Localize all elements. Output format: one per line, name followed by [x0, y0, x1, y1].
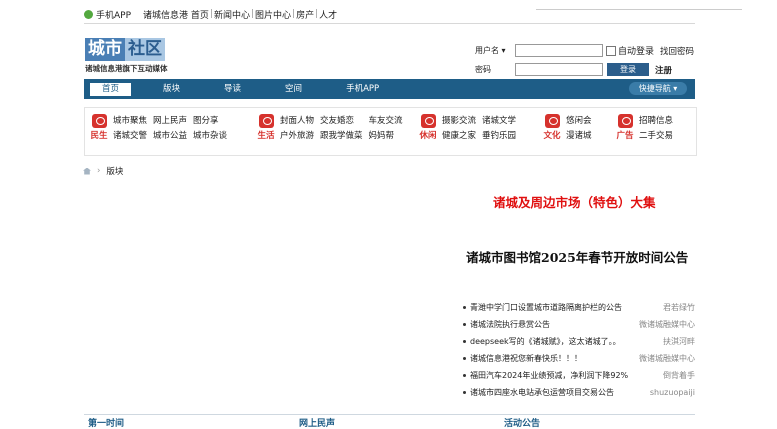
top-link-jobs[interactable]: 人才 [319, 8, 337, 21]
category-guanggao: 广告 招聘信息 二手交易 [613, 114, 673, 141]
nav-guide[interactable]: 导读 [212, 83, 253, 96]
category-link[interactable]: 诸城文学 [482, 114, 516, 127]
home-icon[interactable] [83, 167, 91, 175]
list-item: 青潍中学门口设置城市道路隔离护栏的公告 君若绿竹 [463, 299, 695, 316]
news-author[interactable]: 微诸城融媒中心 [639, 319, 695, 330]
login-button[interactable]: 登录 [607, 63, 649, 76]
category-link[interactable]: 户外旅游 [280, 129, 314, 142]
top-link-news[interactable]: 新闻中心 [214, 8, 250, 21]
password-label: 密码 [475, 65, 491, 74]
auto-login-checkbox[interactable] [606, 45, 616, 56]
list-item: 诸城法院执行悬赏公告 微诸城融媒中心 [463, 316, 695, 333]
top-search-box[interactable] [536, 5, 742, 10]
category-link[interactable]: 二手交易 [639, 129, 673, 142]
news-title[interactable]: 福田汽车2024年业绩预减，净利润下降92% [463, 370, 628, 381]
breadcrumb-current[interactable]: 版块 [106, 165, 123, 177]
category-link[interactable]: 网上民声 [153, 114, 187, 127]
list-item: 诸城信息港祝您新春快乐！！！ 微诸城融媒中心 [463, 350, 695, 367]
logo-part2: 社区 [125, 38, 165, 61]
chat-bubble-icon [91, 114, 107, 128]
category-name: 广告 [616, 131, 634, 141]
news-title[interactable]: 诸城市四座水电站承包运营项目交易公告 [463, 387, 614, 398]
category-panel: 民生 城市聚焦 网上民声 图分享 诸城交警 城市公益 城市杂谈 生活 封面人物 … [84, 107, 697, 156]
list-item: deepseek写的《诸城赋》，这太诸城了。。 扶淇河畔 [463, 333, 695, 350]
username-input[interactable] [515, 44, 603, 57]
category-link[interactable]: 跟我学做菜 [320, 129, 363, 142]
headline-market[interactable]: 诸城及周边市场（特色）大集 [493, 192, 656, 211]
category-link[interactable]: 诸城交警 [113, 129, 147, 142]
register-link[interactable]: 注册 [655, 64, 672, 76]
category-name: 生活 [257, 131, 275, 141]
news-title[interactable]: 诸城法院执行悬赏公告 [463, 319, 550, 330]
top-link-house[interactable]: 房产 [296, 8, 314, 21]
password-input[interactable] [515, 63, 603, 76]
mobile-app-icon [84, 9, 93, 19]
chat-bubble-icon [420, 114, 436, 128]
news-title[interactable]: 诸城信息港祝您新春快乐！！！ [463, 353, 582, 364]
logo-part1: 城市 [85, 38, 125, 61]
news-title[interactable]: 青潍中学门口设置城市道路隔离护栏的公告 [463, 302, 622, 313]
site-logo[interactable]: 城市 社区 诸城信息港旗下互动媒体 [85, 38, 173, 73]
news-author[interactable]: 扶淇河畔 [663, 336, 695, 347]
category-link[interactable]: 图分享 [193, 114, 227, 127]
headline-library[interactable]: 诸城市图书馆2025年春节开放时间公告 [466, 247, 688, 266]
category-link[interactable]: 交友婚恋 [320, 114, 363, 127]
category-minsheng: 民生 城市聚焦 网上民声 图分享 诸城交警 城市公益 城市杂谈 [87, 114, 227, 141]
category-link[interactable]: 城市公益 [153, 129, 187, 142]
username-label[interactable]: 用户名 ▾ [475, 45, 515, 56]
nav-home[interactable]: 首页 [90, 82, 132, 96]
chat-bubble-icon [617, 114, 633, 128]
category-wenhua: 文化 悠闲会 漫诸城 [540, 114, 592, 141]
category-link[interactable]: 健康之家 [442, 129, 476, 142]
category-link[interactable]: 招聘信息 [639, 114, 673, 127]
logo-slogan: 诸城信息港旗下互动媒体 [85, 64, 168, 73]
category-link[interactable]: 封面人物 [280, 114, 314, 127]
category-link[interactable]: 妈妈帮 [369, 129, 403, 142]
nav-forums[interactable]: 版块 [151, 83, 192, 96]
news-author[interactable]: 君若绿竹 [663, 302, 695, 313]
category-link[interactable]: 城市杂谈 [193, 129, 227, 142]
category-xiuxian: 休闲 摄影交流 诸城文学 健康之家 垂钓乐园 [416, 114, 516, 141]
top-link-app[interactable]: 手机APP [96, 8, 131, 21]
category-name: 民生 [90, 131, 108, 141]
breadcrumb: › 版块 [83, 165, 123, 177]
category-name: 休闲 [419, 131, 437, 141]
auto-login-label: 自动登录 [618, 47, 655, 57]
category-link[interactable]: 漫诸城 [566, 129, 592, 142]
list-item: 福田汽车2024年业绩预减，净利润下降92% 倒背着手 [463, 367, 695, 384]
chevron-right-icon: › [97, 166, 101, 176]
nav-mobile-app[interactable]: 手机APP [334, 83, 391, 96]
chat-bubble-icon [544, 114, 560, 128]
category-name: 文化 [543, 131, 561, 141]
news-author[interactable]: 倒背着手 [663, 370, 695, 381]
list-item: 诸城市四座水电站承包运营项目交易公告 shuzuopaiji [463, 384, 695, 401]
chat-bubble-icon [258, 114, 274, 128]
nav-space[interactable]: 空间 [273, 83, 314, 96]
category-shenghuo: 生活 封面人物 交友婚恋 车友交流 户外旅游 跟我学做菜 妈妈帮 [254, 114, 403, 141]
category-link[interactable]: 摄影交流 [442, 114, 476, 127]
quick-nav-button[interactable]: 快捷导航 ▾ [629, 82, 687, 95]
top-link-home[interactable]: 诸城信息港 首页 [143, 8, 209, 21]
category-link[interactable]: 车友交流 [369, 114, 403, 127]
category-link[interactable]: 悠闲会 [566, 114, 592, 127]
top-bar: 手机APP 诸城信息港 首页 | 新闻中心 | 图片中心 | 房产 | 人才 [84, 5, 742, 24]
news-author[interactable]: shuzuopaiji [650, 388, 695, 397]
main-nav: 首页 版块 导读 空间 手机APP 快捷导航 ▾ [84, 79, 695, 99]
forgot-password-link[interactable]: 找回密码 [660, 45, 694, 57]
login-form: 用户名 ▾ 自动登录 找回密码 密码 登录 注册 [475, 42, 705, 80]
category-link[interactable]: 垂钓乐园 [482, 129, 516, 142]
top-link-pictures[interactable]: 图片中心 [255, 8, 291, 21]
news-list: 青潍中学门口设置城市道路隔离护栏的公告 君若绿竹 诸城法院执行悬赏公告 微诸城融… [463, 299, 695, 401]
news-title[interactable]: deepseek写的《诸城赋》，这太诸城了。。 [463, 336, 621, 347]
news-author[interactable]: 微诸城融媒中心 [639, 353, 695, 364]
category-link[interactable]: 城市聚焦 [113, 114, 147, 127]
